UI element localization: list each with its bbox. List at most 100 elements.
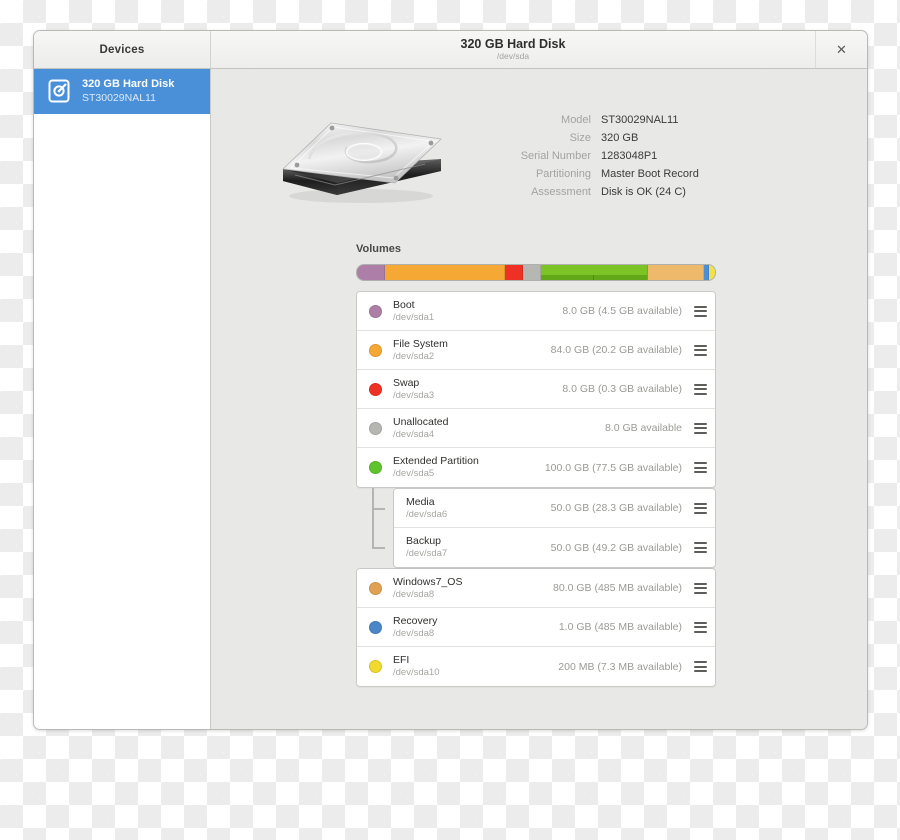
- volume-bar-segment[interactable]: [708, 265, 715, 280]
- volume-device-path: /dev/sda4: [393, 428, 435, 440]
- volume-row[interactable]: Backup/dev/sda7 50.0 GB (49.2 GB availabl…: [394, 528, 715, 567]
- hamburger-menu-icon[interactable]: [694, 502, 707, 514]
- volume-device-path: /dev/sda7: [406, 548, 448, 560]
- volume-color-dot-icon: [369, 620, 382, 634]
- volumes-heading: Volumes: [356, 243, 402, 255]
- volume-size: 50.0 GB (49.2 GB available): [550, 541, 682, 554]
- volume-name-block: Extended Partition/dev/sda5: [393, 455, 479, 479]
- sidebar-item-text: 320 GB Hard Disk ST30029NAL11: [82, 78, 174, 105]
- volume-name: File System: [393, 337, 448, 350]
- volume-size: 100.0 GB (77.5 GB available): [544, 461, 682, 474]
- hamburger-menu-icon[interactable]: [694, 422, 707, 434]
- volume-device-path: /dev/sda2: [393, 350, 435, 362]
- info-value-assessment: Disk is OK (24 C): [601, 186, 686, 198]
- hamburger-menu-icon[interactable]: [694, 661, 707, 672]
- sidebar-header: Devices: [34, 31, 211, 68]
- volume-row[interactable]: Swap/dev/sda3 8.0 GB (0.3 GB available): [357, 370, 715, 409]
- tree-connector: [356, 488, 393, 568]
- volume-color-dot-icon: [369, 382, 382, 396]
- volume-row[interactable]: Unallocated/dev/sda4 8.0 GB available: [357, 409, 715, 448]
- disks-application-window: Devices 320 GB Hard Disk /dev/sda ✕ 320 …: [33, 30, 868, 730]
- header-bar: Devices 320 GB Hard Disk /dev/sda ✕: [34, 31, 867, 69]
- volume-row[interactable]: EFI/dev/sda10 200 MB (7.3 MB available): [357, 647, 715, 686]
- volume-bar-segment[interactable]: [357, 265, 385, 280]
- volume-row[interactable]: Media/dev/sda6 50.0 GB (28.3 GB available…: [394, 489, 715, 528]
- info-label-assessment: Assessment: [531, 186, 591, 198]
- info-label-partitioning: Partitioning: [535, 168, 591, 180]
- volume-size: 8.0 GB available: [604, 422, 682, 434]
- volume-name: Media: [406, 495, 435, 508]
- volume-bar-children: [540, 275, 648, 280]
- info-value-model: ST30029NAL11: [601, 114, 679, 126]
- volume-device-path: /dev/sda8: [393, 627, 435, 639]
- volume-bar-child-segment[interactable]: [594, 275, 648, 280]
- hamburger-menu-icon[interactable]: [694, 344, 707, 356]
- info-label-size: Size: [569, 132, 591, 144]
- info-value-size: 320 GB: [601, 132, 639, 144]
- volume-name: EFI: [393, 654, 410, 667]
- disk-illustration-container: [211, 93, 511, 207]
- volume-name: Unallocated: [393, 415, 449, 428]
- devices-sidebar: 320 GB Hard Disk ST30029NAL11: [34, 69, 211, 729]
- volume-bar-segment[interactable]: [648, 265, 704, 280]
- info-label-serial-number: Serial Number: [520, 150, 591, 162]
- info-value-serial-number: 1283048P1: [601, 150, 658, 162]
- volume-device-path: /dev/sda8: [393, 588, 435, 600]
- volume-color-dot-icon: [369, 343, 382, 357]
- disk-content-pane: Model ST30029NAL11 Size 320 GB Serial Nu…: [211, 69, 867, 729]
- volume-device-path: /dev/sda5: [393, 468, 435, 480]
- sidebar-item-hard-disk[interactable]: 320 GB Hard Disk ST30029NAL11: [34, 69, 210, 114]
- tree-branch-line: [372, 547, 385, 549]
- hamburger-menu-icon[interactable]: [694, 383, 707, 395]
- info-row: Model ST30029NAL11: [511, 111, 867, 129]
- volume-row[interactable]: Boot/dev/sda1 8.0 GB (4.5 GB available): [357, 292, 715, 331]
- volume-device-path: /dev/sda1: [393, 311, 435, 323]
- disk-summary: Model ST30029NAL11 Size 320 GB Serial Nu…: [211, 69, 867, 207]
- volume-device-path: /dev/sda6: [406, 508, 448, 520]
- info-row: Size 320 GB: [511, 129, 867, 147]
- volumes-bar[interactable]: [356, 264, 716, 281]
- volume-row[interactable]: Extended Partition/dev/sda5 100.0 GB (77.…: [357, 448, 715, 487]
- volume-name: Windows7_OS: [393, 575, 463, 588]
- hamburger-menu-icon[interactable]: [694, 542, 707, 553]
- volume-size: 8.0 GB (0.3 GB available): [562, 383, 682, 395]
- volume-device-path: /dev/sda10: [393, 667, 440, 679]
- hard-disk-icon: [48, 79, 70, 103]
- disk-info-table: Model ST30029NAL11 Size 320 GB Serial Nu…: [511, 93, 867, 201]
- volume-name: Extended Partition: [393, 455, 479, 468]
- volume-group: Windows7_OS/dev/sda8 80.0 GB (485 MB avai…: [356, 568, 716, 687]
- volume-bar-segment[interactable]: [505, 265, 524, 280]
- window-subtitle: /dev/sda: [496, 51, 530, 62]
- volume-size: 80.0 GB (485 MB available): [553, 582, 682, 594]
- nested-volume-block: Media/dev/sda6 50.0 GB (28.3 GB available…: [356, 488, 716, 568]
- volume-row[interactable]: Windows7_OS/dev/sda8 80.0 GB (485 MB avai…: [357, 569, 715, 608]
- volume-color-dot-icon: [369, 304, 382, 318]
- window-body: 320 GB Hard Disk ST30029NAL11 Model ST30…: [34, 69, 867, 729]
- volume-name: Recovery: [393, 614, 438, 627]
- tree-vertical-line: [372, 488, 374, 549]
- volume-bar-child-segment[interactable]: [540, 275, 595, 280]
- info-row: Serial Number 1283048P1: [511, 147, 867, 165]
- hamburger-menu-icon[interactable]: [694, 305, 707, 317]
- volume-name: Swap: [393, 376, 420, 389]
- hard-disk-illustration: [282, 122, 442, 203]
- devices-header-label: Devices: [99, 43, 145, 56]
- hamburger-menu-icon[interactable]: [694, 582, 707, 594]
- volume-size: 84.0 GB (20.2 GB available): [550, 344, 682, 356]
- hamburger-menu-icon[interactable]: [694, 621, 707, 633]
- info-value-partitioning: Master Boot Record: [601, 168, 699, 180]
- window-title-block: 320 GB Hard Disk /dev/sda: [211, 31, 815, 68]
- volume-name-block: Swap/dev/sda3: [393, 377, 434, 401]
- info-row: Assessment Disk is OK (24 C): [511, 183, 867, 201]
- volume-name-block: File System/dev/sda2: [393, 338, 448, 362]
- volume-row[interactable]: Recovery/dev/sda8 1.0 GB (485 MB availabl…: [357, 608, 715, 647]
- volume-row[interactable]: File System/dev/sda2 84.0 GB (20.2 GB ava…: [357, 331, 715, 370]
- volume-bar-segment[interactable]: [540, 265, 649, 280]
- volume-name-block: Windows7_OS/dev/sda8: [393, 576, 462, 600]
- hamburger-menu-icon[interactable]: [694, 462, 707, 473]
- sidebar-device-model: ST30029NAL11: [82, 91, 156, 104]
- volume-bar-segment[interactable]: [384, 265, 506, 280]
- volume-bar-segment[interactable]: [523, 265, 541, 280]
- close-icon[interactable]: ✕: [830, 40, 853, 59]
- info-label-model: Model: [561, 114, 591, 126]
